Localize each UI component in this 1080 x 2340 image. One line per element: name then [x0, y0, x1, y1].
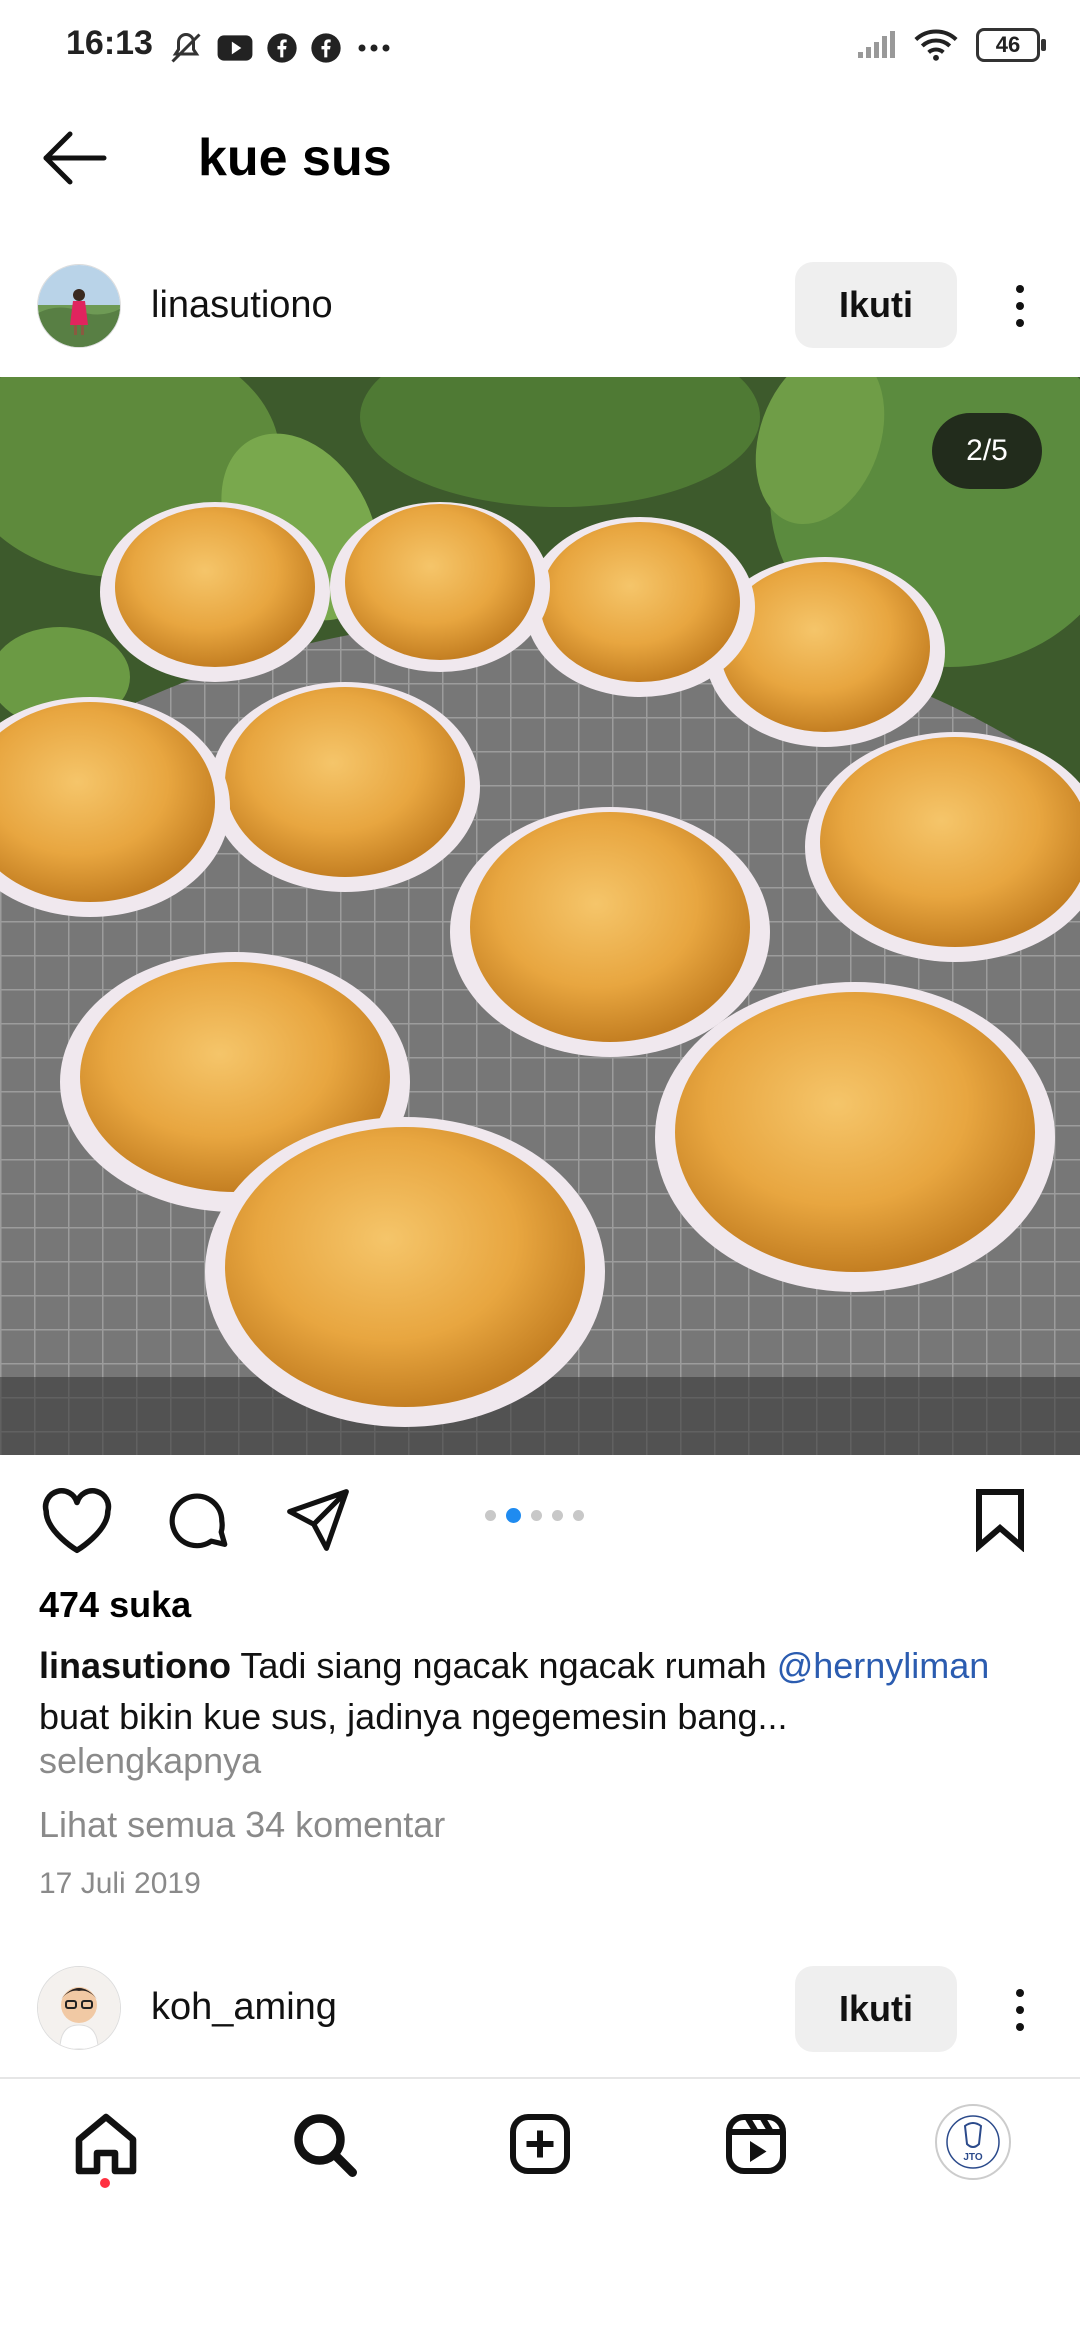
image-counter: 2/5 — [932, 413, 1042, 489]
caption-text: Tadi siang ngacak ngacak rumah — [231, 1645, 777, 1686]
view-comments-link[interactable]: Lihat semua 34 komentar — [39, 1804, 445, 1846]
home-icon — [75, 2113, 137, 2175]
nav-home[interactable] — [70, 2108, 142, 2180]
save-button[interactable] — [970, 1486, 1040, 1556]
nav-reels[interactable] — [720, 2108, 792, 2180]
carousel-dots — [485, 1508, 584, 1523]
more-icon — [358, 44, 390, 52]
post-username[interactable]: linasutiono — [151, 284, 333, 327]
caption-mention[interactable]: @hernyliman — [777, 1645, 990, 1686]
carousel-dot-active — [506, 1508, 521, 1523]
signal-icon — [858, 31, 895, 58]
search-icon — [294, 2114, 357, 2177]
avatar-image — [38, 265, 120, 347]
facebook-icon — [311, 33, 341, 63]
status-time: 16:13 — [66, 24, 153, 62]
carousel-dot — [485, 1510, 496, 1521]
carousel-dot — [573, 1510, 584, 1521]
youtube-icon — [217, 35, 253, 61]
nav-create[interactable] — [504, 2108, 576, 2180]
cream-puffs-photo — [0, 377, 1080, 1455]
reels-icon — [726, 2114, 786, 2174]
send-icon — [287, 1489, 349, 1551]
carousel-dot — [531, 1510, 542, 1521]
nav-profile[interactable]: JTO — [935, 2104, 1011, 2180]
profile-text: JTO — [963, 2152, 982, 2163]
nav-search[interactable] — [288, 2108, 360, 2180]
facebook-icon — [267, 33, 297, 63]
wifi-icon — [914, 29, 958, 61]
caption: linasutiono Tadi siang ngacak ngacak rum… — [39, 1640, 1049, 1742]
back-arrow-icon — [43, 131, 107, 185]
nav-divider — [0, 2077, 1080, 2079]
next-more-options-icon[interactable] — [1000, 1970, 1040, 2050]
more-link[interactable]: selengkapnya — [39, 1740, 261, 1782]
caption-username[interactable]: linasutiono — [39, 1645, 231, 1686]
caption-text-continued: buat bikin kue sus, jadinya ngegemesin b… — [39, 1696, 788, 1737]
status-right-icons: 46 — [856, 28, 1046, 62]
next-post-avatar[interactable] — [37, 1966, 121, 2050]
more-options-icon[interactable] — [1000, 266, 1040, 346]
back-button[interactable] — [40, 128, 120, 192]
next-post-username[interactable]: koh_aming — [151, 1986, 337, 2029]
post-image[interactable] — [0, 377, 1080, 1455]
post-date: 17 Juli 2019 — [39, 1867, 201, 1900]
bookmark-icon — [976, 1489, 1024, 1553]
follow-button[interactable]: Ikuti — [795, 262, 957, 348]
like-button[interactable] — [40, 1486, 120, 1566]
share-button[interactable] — [284, 1486, 364, 1566]
create-icon — [510, 2114, 570, 2174]
page-title: kue sus — [198, 129, 392, 187]
muted-bell-icon — [171, 32, 201, 63]
likes-count[interactable]: 474 suka — [39, 1584, 191, 1626]
avatar[interactable] — [37, 264, 121, 348]
carousel-dot — [552, 1510, 563, 1521]
comment-button[interactable] — [162, 1486, 242, 1566]
next-avatar-image — [38, 1967, 120, 2049]
status-left-icons — [168, 30, 394, 66]
battery-indicator: 46 — [976, 28, 1046, 62]
home-notification-dot — [100, 2178, 110, 2188]
profile-avatar-icon: JTO — [946, 2115, 1000, 2169]
next-follow-button[interactable]: Ikuti — [795, 1966, 957, 2052]
comment-icon — [169, 1493, 228, 1549]
bottom-nav: JTO — [0, 2080, 1080, 2210]
heart-icon — [42, 1488, 112, 1554]
